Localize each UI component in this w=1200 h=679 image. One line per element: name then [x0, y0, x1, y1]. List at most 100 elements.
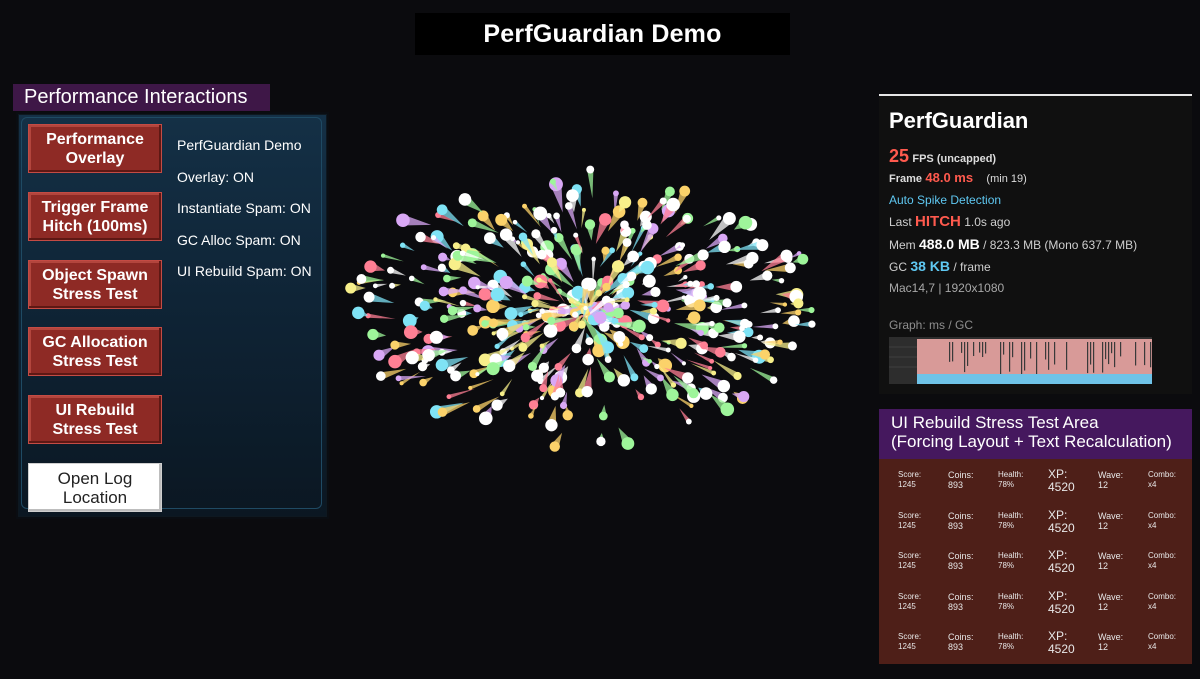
- particle: [647, 359, 653, 364]
- fps-value: 25: [889, 146, 910, 166]
- particle: [405, 351, 419, 365]
- particle: [618, 196, 632, 209]
- particle: [533, 206, 548, 221]
- performance-overlay-button[interactable]: Performance Overlay: [28, 124, 162, 173]
- particle: [630, 373, 639, 382]
- particle: [637, 393, 645, 401]
- particle: [659, 197, 667, 205]
- ui-rebuild-stress-button[interactable]: UI Rebuild Stress Test: [28, 395, 162, 444]
- graph-gap-line: [1054, 342, 1056, 365]
- particle-trail: [382, 253, 404, 262]
- ui-stat-wave: Wave: 12: [1098, 632, 1123, 652]
- particle: [709, 320, 715, 327]
- particle: [415, 231, 426, 243]
- particle: [550, 226, 558, 234]
- particle: [467, 218, 477, 228]
- graph-gap-line: [1003, 342, 1005, 355]
- particle: [780, 249, 793, 262]
- particle: [433, 297, 438, 302]
- particle: [602, 282, 611, 292]
- particle-trail: [587, 169, 594, 199]
- particle: [757, 334, 764, 341]
- object-spawn-stress-button[interactable]: Object Spawn Stress Test: [28, 260, 162, 309]
- particle: [722, 211, 736, 225]
- particle: [617, 374, 631, 387]
- particle: [632, 319, 646, 333]
- particle: [741, 302, 748, 309]
- status-demo-name: PerfGuardian Demo: [177, 137, 302, 153]
- particle: [709, 358, 715, 364]
- particle: [527, 361, 538, 372]
- button-label-line1: UI Rebuild: [55, 401, 135, 419]
- particle: [559, 401, 568, 410]
- particle: [518, 342, 528, 352]
- ui-stat-wave: Wave: 12: [1098, 470, 1123, 490]
- wave-label: Wave:: [1098, 510, 1124, 521]
- particle: [437, 263, 446, 272]
- last-hitch-value: HITCH: [915, 213, 961, 230]
- particle: [395, 375, 402, 382]
- frame-min: (min 19): [986, 173, 1027, 185]
- graph-gc-band: [917, 374, 1152, 384]
- particle: [388, 354, 402, 369]
- health-value: 78%: [998, 561, 1015, 570]
- particle: [491, 399, 503, 411]
- particle: [518, 232, 528, 242]
- particle: [787, 341, 797, 351]
- score-label: Score:: [898, 551, 922, 560]
- particle: [429, 330, 443, 344]
- ui-stat-row: Score: 1245 Coins: 893 Health: 78% XP: 4520 Wave…: [879, 508, 1192, 551]
- particle: [727, 352, 736, 362]
- particle: [549, 441, 560, 452]
- ui-stat-score: Score: 1245: [898, 470, 921, 490]
- graph-gap-line: [982, 342, 984, 358]
- particle: [618, 341, 624, 347]
- particle: [666, 388, 679, 402]
- particle: [793, 298, 804, 309]
- particle: [582, 353, 594, 366]
- frame-time-graph: [889, 337, 1152, 384]
- particle: [573, 232, 579, 238]
- particle: [683, 275, 688, 280]
- combo-label: Combo:: [1148, 591, 1177, 601]
- particle-trail: [752, 323, 776, 329]
- score-value: 1245: [898, 520, 916, 530]
- trigger-frame-hitch-button[interactable]: Trigger Frame Hitch (100ms): [28, 192, 162, 241]
- particle: [547, 316, 556, 325]
- open-log-location-button[interactable]: Open Log Location: [28, 463, 162, 512]
- particle: [808, 320, 816, 328]
- xp-value: 4520: [1048, 480, 1075, 494]
- ui-stat-xp: XP: 4520: [1048, 630, 1075, 656]
- combo-label: Combo:: [1148, 551, 1177, 560]
- gc-allocation-stress-button[interactable]: GC Allocation Stress Test: [28, 327, 162, 376]
- particle: [438, 252, 448, 262]
- particle: [627, 250, 639, 263]
- particle: [621, 437, 635, 450]
- particle: [585, 337, 594, 346]
- device-info: Mac14,7 | 1920x1080: [889, 281, 1005, 295]
- graph-gap-line: [1150, 342, 1152, 368]
- particle: [531, 229, 541, 239]
- particle: [640, 260, 655, 275]
- score-value: 1245: [898, 601, 916, 611]
- particle: [714, 322, 725, 333]
- last-hitch-line: Last HITCH 1.0s ago: [889, 211, 1182, 233]
- particle: [539, 308, 545, 314]
- ui-stat-score: Score: 1245: [898, 592, 921, 612]
- particle: [682, 372, 694, 384]
- particle: [422, 349, 435, 362]
- interactions-panel: Performance Overlay Trigger Frame Hitch (1…: [16, 112, 329, 519]
- particle: [598, 213, 612, 226]
- ui-stat-coins: Coins: 893: [948, 511, 974, 531]
- particle: [520, 332, 531, 343]
- particle-trail: [448, 388, 476, 399]
- particle: [458, 193, 472, 206]
- particle: [468, 385, 473, 391]
- ui-stat-xp: XP: 4520: [1048, 468, 1075, 494]
- particle: [443, 274, 451, 283]
- xp-value: 4520: [1048, 601, 1075, 616]
- particle: [399, 242, 406, 248]
- health-value: 78%: [998, 642, 1015, 651]
- health-value: 78%: [998, 520, 1015, 530]
- fps-line: 25 FPS (uncapped): [889, 145, 1182, 167]
